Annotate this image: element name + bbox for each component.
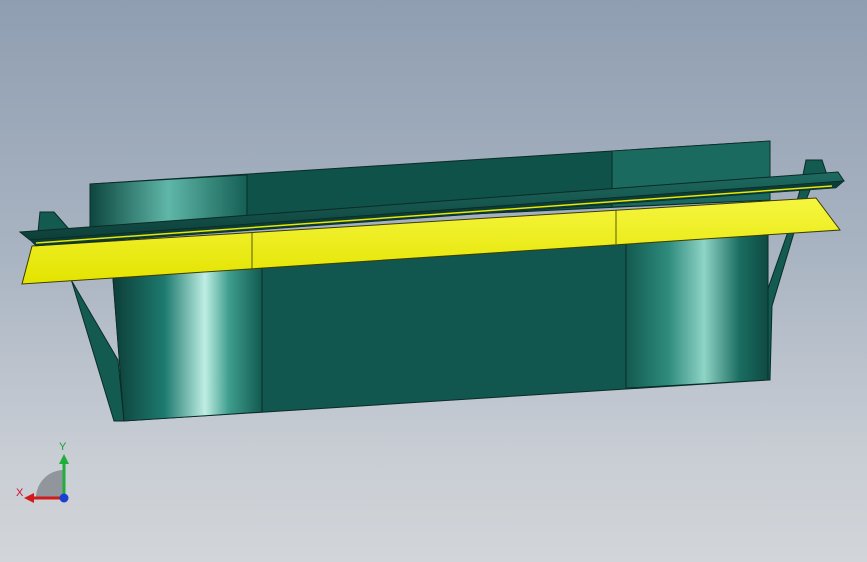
- x-axis-arrow: [24, 493, 34, 503]
- main-body-left-cylinder: [111, 257, 263, 422]
- x-axis-label: X: [16, 487, 24, 499]
- right-support-bracket: [761, 159, 829, 381]
- coordinate-triad: X Y: [12, 440, 76, 510]
- y-axis-arrow: [59, 454, 69, 464]
- triad-graphic: [24, 454, 69, 503]
- 3d-model-part[interactable]: [0, 0, 867, 562]
- graphics-viewport[interactable]: X Y: [0, 0, 867, 562]
- xy-plane-indicator: [36, 470, 64, 498]
- z-axis-dot: [59, 493, 69, 503]
- main-body-right-cylinder: [625, 231, 769, 389]
- y-axis-label: Y: [59, 441, 67, 453]
